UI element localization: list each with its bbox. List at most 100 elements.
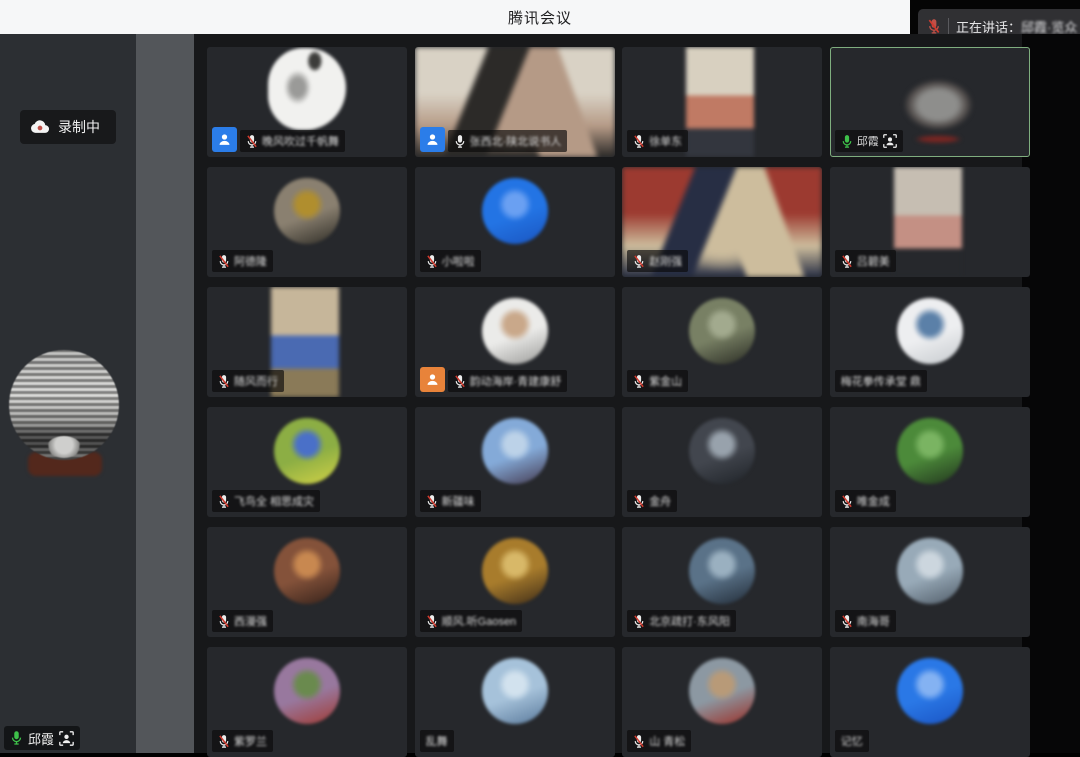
participant-avatar: [897, 538, 963, 604]
speaking-mic-icon: [10, 730, 23, 746]
participant-label-row: 顺风.听Gaosen: [420, 610, 523, 632]
participant-tile[interactable]: 金舟: [622, 407, 822, 517]
mic-status-icon: [218, 254, 230, 269]
right-letterbox: [1022, 34, 1080, 753]
participant-name: 赵刚强: [649, 253, 682, 269]
participant-tile[interactable]: 赵刚强: [622, 167, 822, 277]
participant-tile[interactable]: 小啦啦: [415, 167, 615, 277]
name-pill: 顺风.听Gaosen: [420, 610, 523, 632]
participant-name: 西漫强: [234, 613, 267, 629]
participant-tile[interactable]: 梅花拳传承堂 鼎: [830, 287, 1030, 397]
role-badge-icon: [212, 127, 237, 152]
participant-name: 北京疏打·东风阳: [649, 613, 730, 629]
participant-tile[interactable]: 张西北·陕北说书人: [415, 47, 615, 157]
name-pill: 飞鸟全 相思成灾: [212, 490, 320, 512]
participant-label-row: 紫罗兰: [212, 730, 273, 752]
participant-avatar: [482, 418, 548, 484]
participant-tile[interactable]: 顺风.听Gaosen: [415, 527, 615, 637]
participant-label-row: 阿德隆: [212, 250, 273, 272]
participant-name: 金舟: [649, 493, 671, 509]
participant-tile[interactable]: 邱霞: [830, 47, 1030, 157]
participant-tile[interactable]: 随风而行: [207, 287, 407, 397]
participant-name: 徐单东: [649, 133, 682, 149]
participant-avatar: [689, 538, 755, 604]
name-pill: 北京疏打·东风阳: [627, 610, 736, 632]
mic-status-icon: [633, 494, 645, 509]
participant-avatar: [897, 658, 963, 724]
participant-tile[interactable]: 韵动海岸·青建康舒: [415, 287, 615, 397]
participant-tile[interactable]: 徐单东: [622, 47, 822, 157]
participant-label-row: 山 青松: [627, 730, 691, 752]
participant-name: 南海哥: [857, 613, 890, 629]
participant-tile[interactable]: 记忆: [830, 647, 1030, 757]
recording-badge[interactable]: 录制中: [20, 110, 116, 144]
participant-name: 紫金山: [649, 373, 682, 389]
mic-status-icon: [218, 374, 230, 389]
participant-label-row: 吕碧美: [835, 250, 896, 272]
name-pill: 新疆味: [420, 490, 481, 512]
mic-status-icon: [841, 614, 853, 629]
participant-name: 山 青松: [649, 733, 685, 749]
participant-name: 随风而行: [234, 373, 278, 389]
participant-name: 邱霞: [857, 133, 879, 149]
participant-label-row: 新疆味: [420, 490, 481, 512]
participant-name: 唯金成: [857, 493, 890, 509]
participant-avatar: [482, 178, 548, 244]
mic-status-icon: [426, 614, 438, 629]
participant-tile[interactable]: 山 青松: [622, 647, 822, 757]
participant-tile[interactable]: 唯金成: [830, 407, 1030, 517]
participant-tile[interactable]: 新疆味: [415, 407, 615, 517]
participant-avatar: [689, 418, 755, 484]
name-pill: 记忆: [835, 730, 869, 752]
participant-tile[interactable]: 乱舞: [415, 647, 615, 757]
participant-tile[interactable]: 紫罗兰: [207, 647, 407, 757]
mic-status-icon: [454, 134, 466, 149]
mic-status-icon: [454, 374, 466, 389]
participant-label-row: 邱霞: [835, 130, 903, 152]
participant-name: 顺风.听Gaosen: [442, 613, 517, 629]
app-title: 腾讯会议: [508, 7, 572, 28]
name-pill: 随风而行: [212, 370, 284, 392]
participant-label-row: 乱舞: [420, 730, 454, 752]
speaking-toast-label: 正在讲话：邱霞·览众: [956, 17, 1077, 36]
participant-name: 吕碧美: [857, 253, 890, 269]
participant-name: 梅花拳传承堂 鼎: [841, 373, 921, 389]
participant-avatar: [894, 69, 990, 147]
participant-label-row: 飞鸟全 相思成灾: [212, 490, 320, 512]
mic-status-icon: [426, 254, 438, 269]
participant-tile[interactable]: 西漫强: [207, 527, 407, 637]
name-pill: 晚风吹过千帆舞: [240, 130, 345, 152]
sidebar: 录制中 邱霞: [0, 34, 136, 753]
participant-tile[interactable]: 晚风吹过千帆舞: [207, 47, 407, 157]
participant-label-row: 赵刚强: [627, 250, 688, 272]
participant-tile[interactable]: 吕碧美: [830, 167, 1030, 277]
participant-label-row: 韵动海岸·青建康舒: [420, 367, 568, 392]
mic-status-icon: [841, 134, 853, 149]
participant-tile[interactable]: 阿德隆: [207, 167, 407, 277]
name-pill: 徐单东: [627, 130, 688, 152]
mic-status-icon: [633, 134, 645, 149]
participant-avatar: [897, 418, 963, 484]
participant-avatar: [897, 298, 963, 364]
participant-tile[interactable]: 飞鸟全 相思成灾: [207, 407, 407, 517]
participant-tile[interactable]: 紫金山: [622, 287, 822, 397]
portrait-frame-icon: [59, 731, 74, 746]
mic-status-icon: [218, 494, 230, 509]
participant-tile[interactable]: 北京疏打·东风阳: [622, 527, 822, 637]
name-pill: 南海哥: [835, 610, 896, 632]
sidebar-divider[interactable]: [136, 34, 194, 753]
participant-avatar: [686, 47, 754, 157]
participant-avatar: [482, 298, 548, 364]
participant-name: 乱舞: [426, 733, 448, 749]
mic-status-icon: [633, 254, 645, 269]
name-pill: 唯金成: [835, 490, 896, 512]
portrait-frame-icon: [883, 134, 897, 148]
participant-label-row: 随风而行: [212, 370, 284, 392]
name-pill: 邱霞: [835, 130, 903, 152]
participant-name: 韵动海岸·青建康舒: [470, 373, 562, 389]
participant-label-row: 南海哥: [835, 610, 896, 632]
participant-tile[interactable]: 南海哥: [830, 527, 1030, 637]
role-badge-icon: [420, 367, 445, 392]
participant-grid: 晚风吹过千帆舞 张西北·陕北说书人: [207, 47, 1022, 757]
participant-avatar: [274, 658, 340, 724]
